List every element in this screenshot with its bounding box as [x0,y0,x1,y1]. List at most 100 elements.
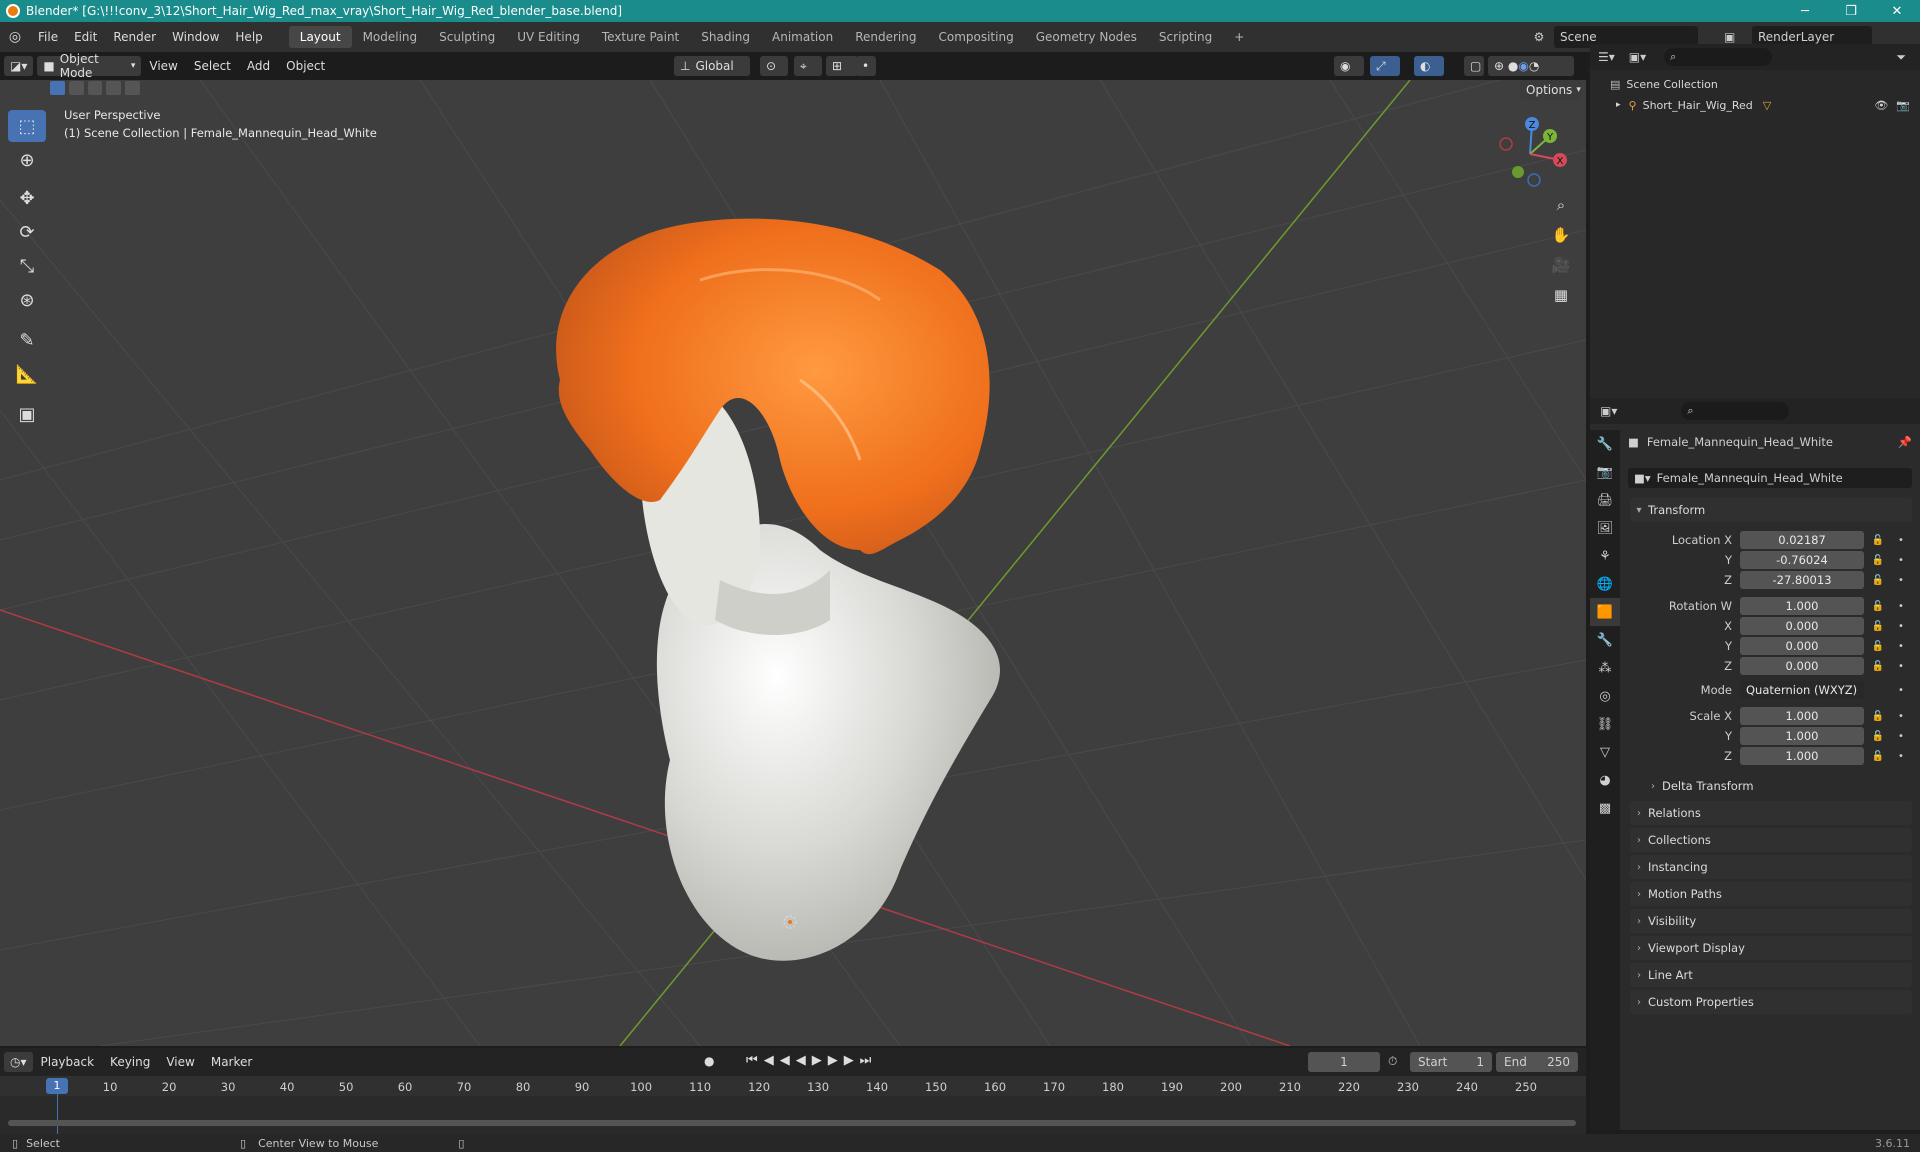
playback-controls[interactable]: ⏮◀◀◀▶▶▶⏭ [746,1053,877,1068]
menu-render[interactable]: Render [105,30,164,44]
current-frame-field[interactable]: 1 [1308,1052,1380,1072]
lock-icon[interactable]: 🔓 [1870,601,1886,612]
location-x-field[interactable]: 0.02187 [1740,531,1864,549]
rotation-mode-dropdown[interactable]: Quaternion (WXYZ) [1740,681,1864,699]
tab-scripting[interactable]: Scripting [1148,26,1223,48]
panel-visibility[interactable]: › Visibility [1630,909,1912,933]
eye-icon[interactable]: 👁 [1874,99,1888,112]
properties-editor-icon[interactable]: ▣▾ [1600,404,1617,418]
outliner-item[interactable]: ▸ ⚲ Short_Hair_Wig_Red ▽ 👁 📷 [1616,96,1916,114]
shading-mode-buttons[interactable]: ⊕ ● ◉ ◔ [1488,56,1574,76]
panel-relations[interactable]: › Relations [1630,801,1912,825]
add-cube-icon[interactable]: ▣ [8,398,46,430]
keyframe-dot-icon[interactable]: • [1896,601,1906,612]
measure-icon[interactable]: 📐 [8,358,46,390]
pivot-point-button[interactable]: ⊙ [760,56,788,76]
rotation-y-field[interactable]: 0.000 [1740,637,1864,655]
timeline-editor-icon[interactable]: ◷▾ [4,1052,33,1072]
transform-icon[interactable]: ⊛ [8,284,46,316]
menu-keying[interactable]: Keying [102,1055,158,1069]
view-layer-tab-icon[interactable]: 🖼 [1590,514,1620,542]
rotate-icon[interactable]: ⟳ [8,216,46,248]
tab-modeling[interactable]: Modeling [352,26,429,48]
end-frame-field[interactable]: End 250 [1496,1052,1578,1072]
tab-sculpting[interactable]: Sculpting [428,26,506,48]
keyframe-dot-icon[interactable]: • [1896,685,1906,696]
menu-window[interactable]: Window [164,30,227,44]
constraints-tab-icon[interactable]: ⛓ [1590,710,1620,738]
keyframe-dot-icon[interactable]: • [1896,535,1906,546]
menu-view[interactable]: View [141,59,185,73]
data-tab-icon[interactable]: ▽ [1590,738,1620,766]
scale-icon[interactable]: ⤡ [8,250,46,282]
navigation-gizmo[interactable]: Z Y X [1490,110,1570,190]
scene-icon[interactable]: ⚙ [1526,26,1552,48]
maximize-button[interactable]: ❐ [1828,0,1874,22]
select-box-icon[interactable]: ⬚ [8,110,46,142]
scene-tab-icon[interactable]: ⚘ [1590,542,1620,570]
snap-target-button[interactable]: ⊞ [826,56,858,76]
panel-instancing[interactable]: › Instancing [1630,855,1912,879]
timeline-scrollbar[interactable] [8,1120,1576,1126]
scene-collection-row[interactable]: ▤ Scene Collection [1610,78,1718,91]
start-frame-field[interactable]: Start 1 [1410,1052,1492,1072]
tab-shading[interactable]: Shading [690,26,761,48]
menu-playback[interactable]: Playback [33,1055,103,1069]
transform-panel-header[interactable]: ▾ Transform [1630,498,1912,522]
lock-icon[interactable]: 🔓 [1870,751,1886,762]
3d-viewport[interactable]: ⬚ ⊕ ✥ ⟳ ⤡ ⊛ ✎ 📐 ▣ User Perspective (1) S… [0,80,1586,1046]
rotation-z-field[interactable]: 0.000 [1740,657,1864,675]
transform-orientation-selector[interactable]: ⊥ Global [674,56,750,76]
move-icon[interactable]: ✥ [8,182,46,214]
menu-select[interactable]: Select [186,59,239,73]
selection-mode-buttons[interactable] [50,80,140,98]
panel-line-art[interactable]: › Line Art [1630,963,1912,987]
pin-icon[interactable]: 📌 [1898,435,1912,449]
panel-collections[interactable]: › Collections [1630,828,1912,852]
scale-z-field[interactable]: 1.000 [1740,747,1864,765]
keyframe-dot-icon[interactable]: • [1896,555,1906,566]
menu-timeline-view[interactable]: View [158,1055,202,1069]
modifier-tab-icon[interactable]: 🔧 [1590,626,1620,654]
minimize-button[interactable]: ─ [1782,0,1828,22]
annotate-icon[interactable]: ✎ [8,324,46,356]
location-y-field[interactable]: -0.76024 [1740,551,1864,569]
outliner-search-field[interactable]: ⌕ [1664,48,1773,66]
texture-tab-icon[interactable]: ▩ [1590,794,1620,822]
menu-add[interactable]: Add [239,59,278,73]
tab-layout[interactable]: Layout [288,26,352,48]
lock-icon[interactable]: 🔓 [1870,731,1886,742]
keyframe-dot-icon[interactable]: • [1896,751,1906,762]
render-camera-icon[interactable]: 📷 [1896,99,1910,112]
properties-search-field[interactable]: ⌕ [1681,402,1790,420]
scale-x-field[interactable]: 1.000 [1740,707,1864,725]
outliner-editor-icon[interactable]: ☰▾ [1598,50,1615,64]
lock-icon[interactable]: 🔓 [1870,711,1886,722]
lock-icon[interactable]: 🔓 [1870,555,1886,566]
menu-marker[interactable]: Marker [203,1055,260,1069]
menu-object[interactable]: Object [278,59,333,73]
tab-animation[interactable]: Animation [761,26,844,48]
expand-arrow-icon[interactable]: ▸ [1616,100,1621,110]
editor-type-button[interactable]: ◪▾ [4,56,34,76]
filter-icon[interactable]: ⏷ [1896,50,1906,65]
grid-view-icon[interactable]: ▦ [1548,282,1574,308]
delta-transform-subpanel[interactable]: › Delta Transform [1644,774,1912,798]
snap-toggle-icon[interactable]: ⌖ [794,56,822,76]
particles-tab-icon[interactable]: ⁂ [1590,654,1620,682]
blender-menu-icon[interactable]: ◎ [0,29,30,45]
menu-file[interactable]: File [30,30,66,44]
proportional-edit-icon[interactable]: • [856,56,876,76]
add-workspace-button[interactable]: + [1223,26,1255,48]
lock-icon[interactable]: 🔓 [1870,661,1886,672]
panel-custom-properties[interactable]: › Custom Properties [1630,990,1912,1014]
lock-icon[interactable]: 🔓 [1870,621,1886,632]
visibility-selector-icon[interactable]: ◉ [1334,56,1364,76]
zoom-icon[interactable]: ⌕ [1548,192,1574,218]
cursor-icon[interactable]: ⊕ [8,144,46,176]
panel-viewport-display[interactable]: › Viewport Display [1630,936,1912,960]
world-tab-icon[interactable]: 🌐 [1590,570,1620,598]
location-z-field[interactable]: -27.80013 [1740,571,1864,589]
output-tab-icon[interactable]: 🖨 [1590,486,1620,514]
stopwatch-icon[interactable]: ⏱ [1388,1054,1397,1069]
